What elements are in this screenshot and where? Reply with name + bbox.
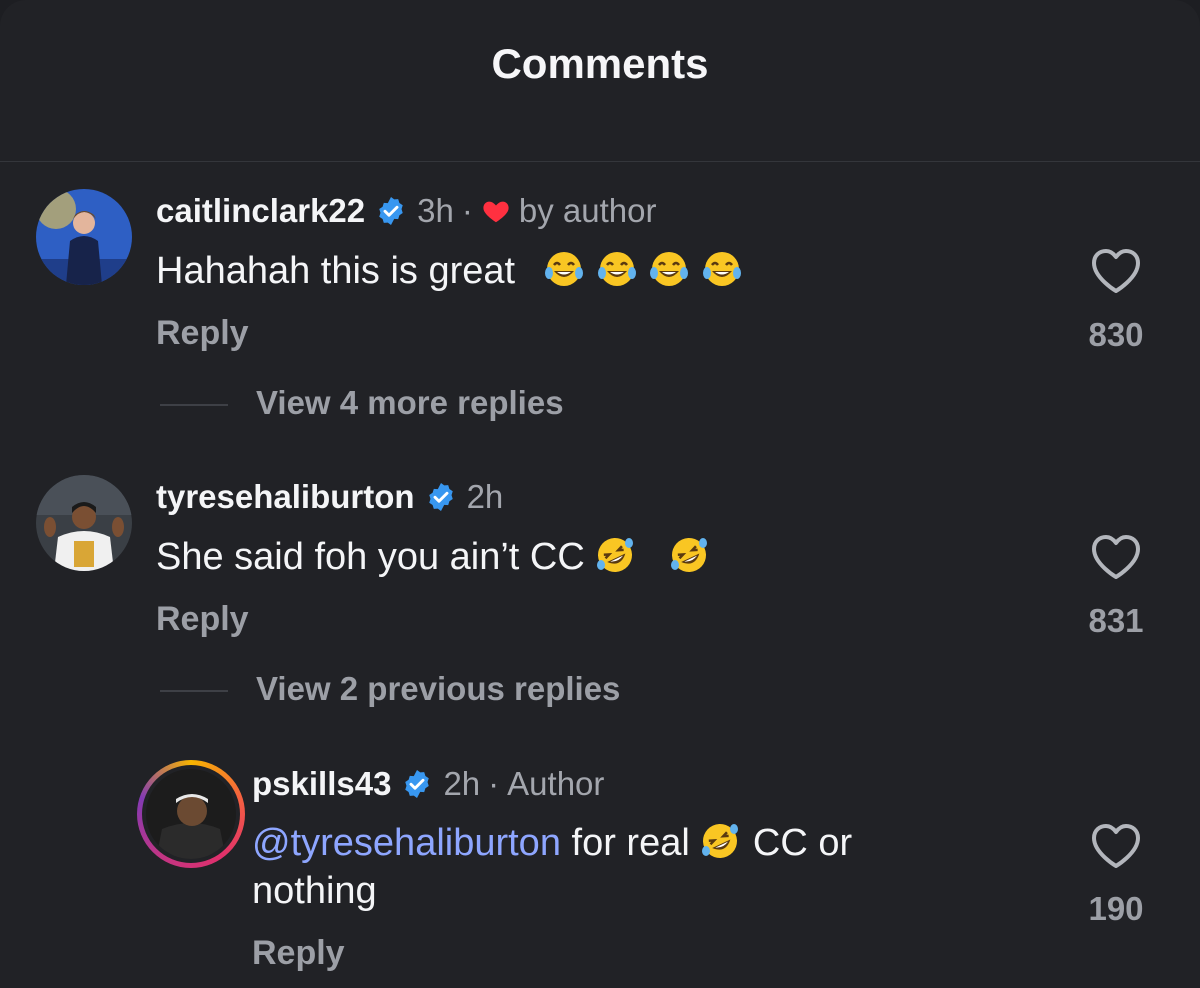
reply-text-line2: nothing bbox=[252, 870, 377, 912]
reply-button[interactable]: Reply bbox=[156, 600, 249, 639]
tears-of-joy-emoji-icon bbox=[702, 252, 741, 286]
reply-text: @tyresehaliburton for real CC or bbox=[252, 818, 852, 868]
comment-text: Hahahah this is great bbox=[156, 246, 744, 296]
tears-of-joy-emoji-icon bbox=[545, 252, 584, 286]
comments-sheet: Comments caitlinclark22 3h · by author H… bbox=[0, 0, 1200, 988]
view-more-replies-button[interactable]: View 4 more replies bbox=[256, 384, 564, 422]
heart-outline-icon[interactable] bbox=[1088, 245, 1144, 297]
avatar[interactable] bbox=[36, 189, 132, 285]
verified-badge-icon bbox=[428, 483, 453, 511]
reply-time: 2h bbox=[443, 765, 481, 802]
separator-dot: · bbox=[488, 765, 500, 802]
reply-button[interactable]: Reply bbox=[156, 314, 249, 353]
view-previous-replies-button[interactable]: View 2 previous replies bbox=[256, 670, 620, 708]
comment-meta: tyresehaliburton 2h bbox=[156, 478, 503, 516]
tears-of-joy-emoji-icon bbox=[650, 252, 689, 286]
tears-of-joy-emoji-icon bbox=[597, 252, 636, 286]
comment-text-content: Hahahah this is great bbox=[156, 250, 516, 292]
reply-text-part: for real bbox=[560, 822, 701, 864]
comment-text: She said foh you ain’t CC bbox=[156, 532, 711, 582]
comment-text-content: She said foh you ain’t CC bbox=[156, 536, 585, 578]
replies-divider-line bbox=[160, 690, 228, 692]
comment-username[interactable]: caitlinclark22 bbox=[156, 192, 365, 230]
mention-link[interactable]: @tyresehaliburton bbox=[252, 822, 561, 864]
page-title: Comments bbox=[491, 40, 709, 87]
comments-header: Comments bbox=[0, 0, 1200, 162]
like-count: 190 bbox=[1088, 890, 1144, 927]
heart-outline-icon[interactable] bbox=[1088, 531, 1144, 583]
liked-by-author-label: by author bbox=[518, 192, 657, 229]
reply-text-part: CC or bbox=[742, 822, 853, 864]
replies-divider-line bbox=[160, 404, 228, 406]
heart-outline-icon[interactable] bbox=[1088, 820, 1144, 872]
rolling-on-floor-laughing-emoji-icon bbox=[597, 538, 634, 572]
comment-meta: caitlinclark22 3h · by author bbox=[156, 192, 656, 230]
like-count: 831 bbox=[1088, 602, 1144, 639]
rolling-on-floor-laughing-emoji-icon bbox=[702, 824, 739, 858]
rolling-on-floor-laughing-emoji-icon bbox=[670, 538, 707, 572]
reply-button[interactable]: Reply bbox=[252, 934, 345, 973]
author-label: Author bbox=[507, 765, 605, 802]
like-count: 830 bbox=[1088, 316, 1144, 353]
liked-heart-icon bbox=[483, 201, 509, 223]
verified-badge-icon bbox=[379, 197, 403, 225]
reply-meta: pskills43 2h · Author bbox=[252, 765, 604, 803]
separator-dot: · bbox=[461, 192, 473, 229]
reply-username[interactable]: pskills43 bbox=[252, 765, 391, 803]
verified-badge-icon bbox=[405, 770, 430, 798]
avatar[interactable] bbox=[146, 769, 236, 859]
comment-time: 2h bbox=[466, 478, 504, 515]
comment-time: 3h bbox=[417, 192, 454, 229]
story-ring[interactable] bbox=[137, 760, 245, 868]
avatar[interactable] bbox=[36, 475, 132, 571]
comment-username[interactable]: tyresehaliburton bbox=[156, 478, 415, 516]
